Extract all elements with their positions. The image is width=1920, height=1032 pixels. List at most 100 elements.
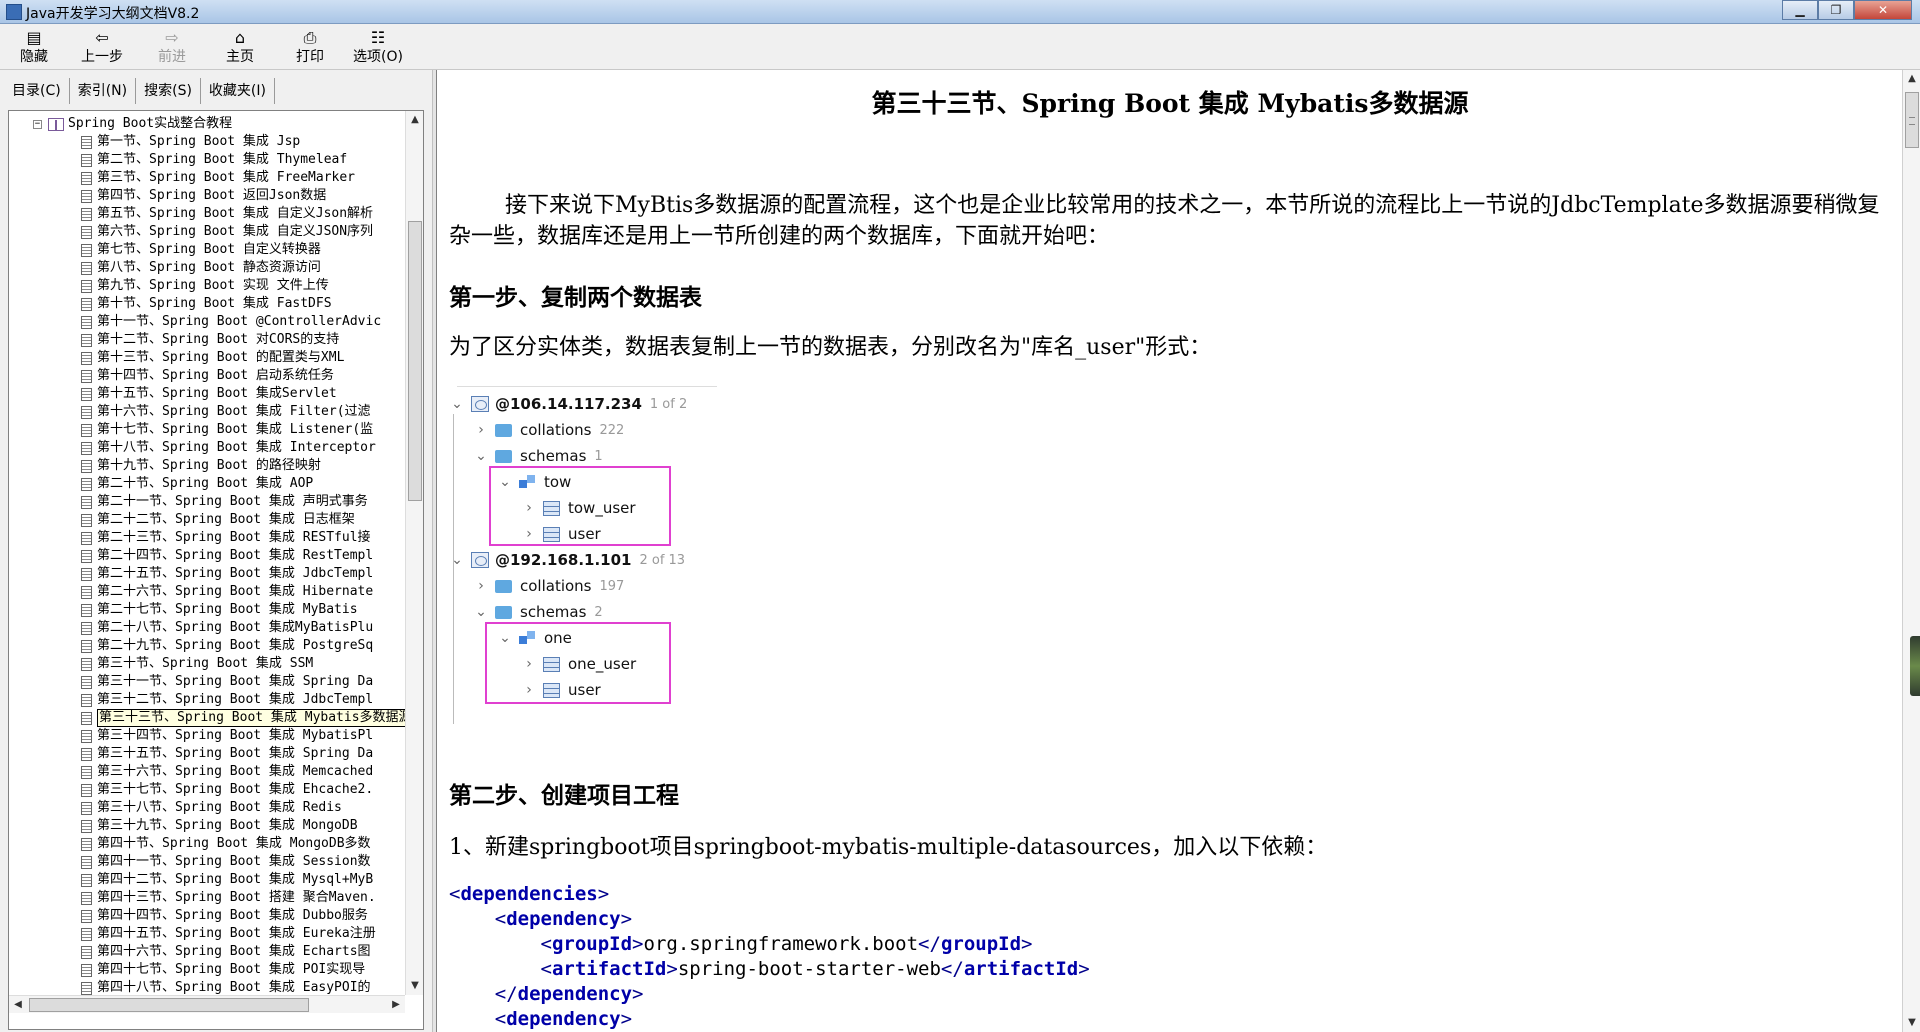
- step1-heading: 第一步、复制两个数据表: [449, 284, 702, 311]
- tab-index[interactable]: 索引(N): [70, 78, 137, 104]
- collapse-icon[interactable]: −: [33, 119, 42, 129]
- tree-item[interactable]: 第二十二节、Spring Boot 集成 日志框架: [81, 511, 355, 529]
- hide-button[interactable]: ▤ 隐藏: [4, 28, 64, 68]
- tree-item[interactable]: 第二十七节、Spring Boot 集成 MyBatis: [81, 601, 358, 619]
- tree-item[interactable]: 第十六节、Spring Boot 集成 Filter(过滤: [81, 403, 371, 421]
- minimize-button[interactable]: ▁: [1782, 0, 1818, 20]
- scroll-thumb[interactable]: [408, 221, 422, 501]
- tree-item[interactable]: 第十九节、Spring Boot 的路径映射: [81, 457, 321, 475]
- tree-item[interactable]: 第十三节、Spring Boot 的配置类与XML: [81, 349, 344, 367]
- tree-item[interactable]: 第二十六节、Spring Boot 集成 Hibernate: [81, 583, 373, 601]
- tree-item[interactable]: 第二十五节、Spring Boot 集成 JdbcTempl: [81, 565, 373, 583]
- scroll-down-arrow-icon[interactable]: ▼: [406, 977, 424, 995]
- step1-text: 为了区分实体类，数据表复制上一节的数据表，分别改名为"库名_user"形式：: [449, 335, 1212, 360]
- tree-item[interactable]: 第十一节、Spring Boot @ControllerAdvic: [81, 313, 381, 331]
- close-button[interactable]: ✕: [1854, 0, 1912, 20]
- scroll-down-arrow-icon[interactable]: ▼: [1903, 1014, 1920, 1032]
- tree-item[interactable]: 第五节、Spring Boot 集成 自定义Json解析: [81, 205, 373, 223]
- scroll-thumb[interactable]: [1905, 92, 1919, 148]
- tree-item[interactable]: 第四节、Spring Boot 返回Json数据: [81, 187, 326, 205]
- scroll-left-arrow-icon[interactable]: ◀: [9, 996, 27, 1014]
- maximize-button[interactable]: ❐: [1818, 0, 1854, 20]
- tab-contents[interactable]: 目录(C): [4, 78, 70, 104]
- page-icon: [81, 927, 92, 941]
- forward-button[interactable]: ⇨ 前进: [142, 28, 202, 68]
- scroll-up-arrow-icon[interactable]: ▲: [406, 111, 424, 129]
- step2-heading: 第二步、创建项目工程: [449, 782, 679, 809]
- tree-item-label: 第四十六节、Spring Boot 集成 Echarts图: [97, 944, 371, 959]
- tree-item[interactable]: 第三节、Spring Boot 集成 FreeMarker: [81, 169, 355, 187]
- hide-icon: ▤: [26, 28, 42, 47]
- window-controls: ▁ ❐ ✕: [1782, 0, 1912, 20]
- home-button[interactable]: ⌂ 主页: [210, 28, 270, 68]
- tree-item[interactable]: 第四十节、Spring Boot 集成 MongoDB多数: [81, 835, 371, 853]
- tree-item[interactable]: 第一节、Spring Boot 集成 Jsp: [81, 133, 300, 151]
- tree-root[interactable]: − Spring Boot实战整合教程: [33, 115, 232, 133]
- tree-item[interactable]: 第二十一节、Spring Boot 集成 声明式事务: [81, 493, 368, 511]
- tree-item[interactable]: 第十四节、Spring Boot 启动系统任务: [81, 367, 334, 385]
- side-panel-handle[interactable]: [1910, 636, 1920, 696]
- tree-item[interactable]: 第三十二节、Spring Boot 集成 JdbcTempl: [81, 691, 373, 709]
- tree-item[interactable]: 第十节、Spring Boot 集成 FastDFS: [81, 295, 332, 313]
- tree-item[interactable]: 第三十七节、Spring Boot 集成 Ehcache2.: [81, 781, 373, 799]
- tree-item-selected[interactable]: 第三十三节、Spring Boot 集成 Mybatis多数据源: [81, 709, 405, 727]
- chevron-down-icon: ⌄: [475, 604, 487, 620]
- tree-item[interactable]: 第十八节、Spring Boot 集成 Interceptor: [81, 439, 376, 457]
- page-icon: [81, 477, 92, 491]
- tree-item[interactable]: 第四十五节、Spring Boot 集成 Eureka注册: [81, 925, 376, 943]
- tree-item[interactable]: 第六节、Spring Boot 集成 自定义JSON序列: [81, 223, 373, 241]
- tree-item[interactable]: 第二十九节、Spring Boot 集成 PostgreSq: [81, 637, 373, 655]
- scroll-right-arrow-icon[interactable]: ▶: [387, 996, 405, 1014]
- content-vertical-scrollbar[interactable]: ▲ ▼: [1902, 70, 1920, 1032]
- tree-item[interactable]: 第三十九节、Spring Boot 集成 MongoDB: [81, 817, 358, 835]
- tree-item-label: 第十四节、Spring Boot 启动系统任务: [97, 368, 334, 383]
- page-icon: [81, 909, 92, 923]
- tree-item[interactable]: 第三十五节、Spring Boot 集成 Spring Da: [81, 745, 373, 763]
- back-button[interactable]: ⇦ 上一步: [72, 28, 132, 68]
- scroll-thumb[interactable]: [29, 998, 309, 1012]
- tree-item[interactable]: 第四十一节、Spring Boot 集成 Session数: [81, 853, 371, 871]
- tree-horizontal-scrollbar[interactable]: ◀ ▶: [9, 995, 405, 1013]
- options-button[interactable]: ☷ 选项(O): [348, 28, 408, 68]
- tree-item[interactable]: 第三十节、Spring Boot 集成 SSM: [81, 655, 313, 673]
- page-icon: [81, 333, 92, 347]
- tree-item-label: 第三十六节、Spring Boot 集成 Memcached: [97, 764, 374, 779]
- tree-item-label: 第六节、Spring Boot 集成 自定义JSON序列: [97, 224, 374, 239]
- print-button[interactable]: ⎙ 打印: [280, 28, 340, 68]
- tree-item[interactable]: 第三十一节、Spring Boot 集成 Spring Da: [81, 673, 373, 691]
- tree-item[interactable]: 第四十三节、Spring Boot 搭建 聚合Maven.: [81, 889, 376, 907]
- forward-arrow-icon: ⇨: [165, 28, 179, 47]
- tree-vertical-scrollbar[interactable]: ▲ ▼: [405, 111, 423, 995]
- tree-item[interactable]: 第三十八节、Spring Boot 集成 Redis: [81, 799, 342, 817]
- page-icon: [81, 855, 92, 869]
- tree-item[interactable]: 第九节、Spring Boot 实现 文件上传: [81, 277, 329, 295]
- tree-item[interactable]: 第二节、Spring Boot 集成 Thymeleaf: [81, 151, 347, 169]
- article-title: 第三十三节、Spring Boot 集成 Mybatis多数据源: [871, 89, 1469, 118]
- page-icon: [81, 837, 92, 851]
- tree-item[interactable]: 第四十八节、Spring Boot 集成 EasyPOI的: [81, 979, 371, 995]
- tree-item[interactable]: 第四十七节、Spring Boot 集成 POI实现导: [81, 961, 365, 979]
- tree-item[interactable]: 第二十节、Spring Boot 集成 AOP: [81, 475, 313, 493]
- chevron-down-icon: ⌄: [475, 448, 487, 464]
- tree-item[interactable]: 第二十八节、Spring Boot 集成MyBatisPlu: [81, 619, 373, 637]
- tree-item[interactable]: 第二十三节、Spring Boot 集成 RESTful接: [81, 529, 371, 547]
- tree-item[interactable]: 第四十六节、Spring Boot 集成 Echarts图: [81, 943, 371, 961]
- tree-item[interactable]: 第三十六节、Spring Boot 集成 Memcached: [81, 763, 373, 781]
- tree-item[interactable]: 第十二节、Spring Boot 对CORS的支持: [81, 331, 339, 349]
- tree-item-label: 第四十五节、Spring Boot 集成 Eureka注册: [97, 926, 376, 941]
- tree-item[interactable]: 第八节、Spring Boot 静态资源访问: [81, 259, 321, 277]
- tree-item[interactable]: 第四十二节、Spring Boot 集成 Mysql+MyB: [81, 871, 373, 889]
- tree-item[interactable]: 第三十四节、Spring Boot 集成 MybatisPl: [81, 727, 373, 745]
- tree-item-label: 第二十节、Spring Boot 集成 AOP: [97, 476, 314, 491]
- tree-item[interactable]: 第十五节、Spring Boot 集成Servlet: [81, 385, 337, 403]
- scroll-up-arrow-icon[interactable]: ▲: [1903, 70, 1920, 88]
- tree-item[interactable]: 第七节、Spring Boot 自定义转换器: [81, 241, 321, 259]
- tab-favorites[interactable]: 收藏夹(I): [201, 78, 275, 104]
- tree-item[interactable]: 第四十四节、Spring Boot 集成 Dubbo服务: [81, 907, 368, 925]
- tree-item-label: 第三十节、Spring Boot 集成 SSM: [97, 656, 314, 671]
- tree-item-label: 第十三节、Spring Boot 的配置类与XML: [97, 350, 345, 365]
- tree-item-label: 第二十八节、Spring Boot 集成MyBatisPlu: [97, 620, 374, 635]
- tab-search[interactable]: 搜索(S): [136, 78, 201, 104]
- tree-item[interactable]: 第十七节、Spring Boot 集成 Listener(监: [81, 421, 373, 439]
- tree-item[interactable]: 第二十四节、Spring Boot 集成 RestTempl: [81, 547, 373, 565]
